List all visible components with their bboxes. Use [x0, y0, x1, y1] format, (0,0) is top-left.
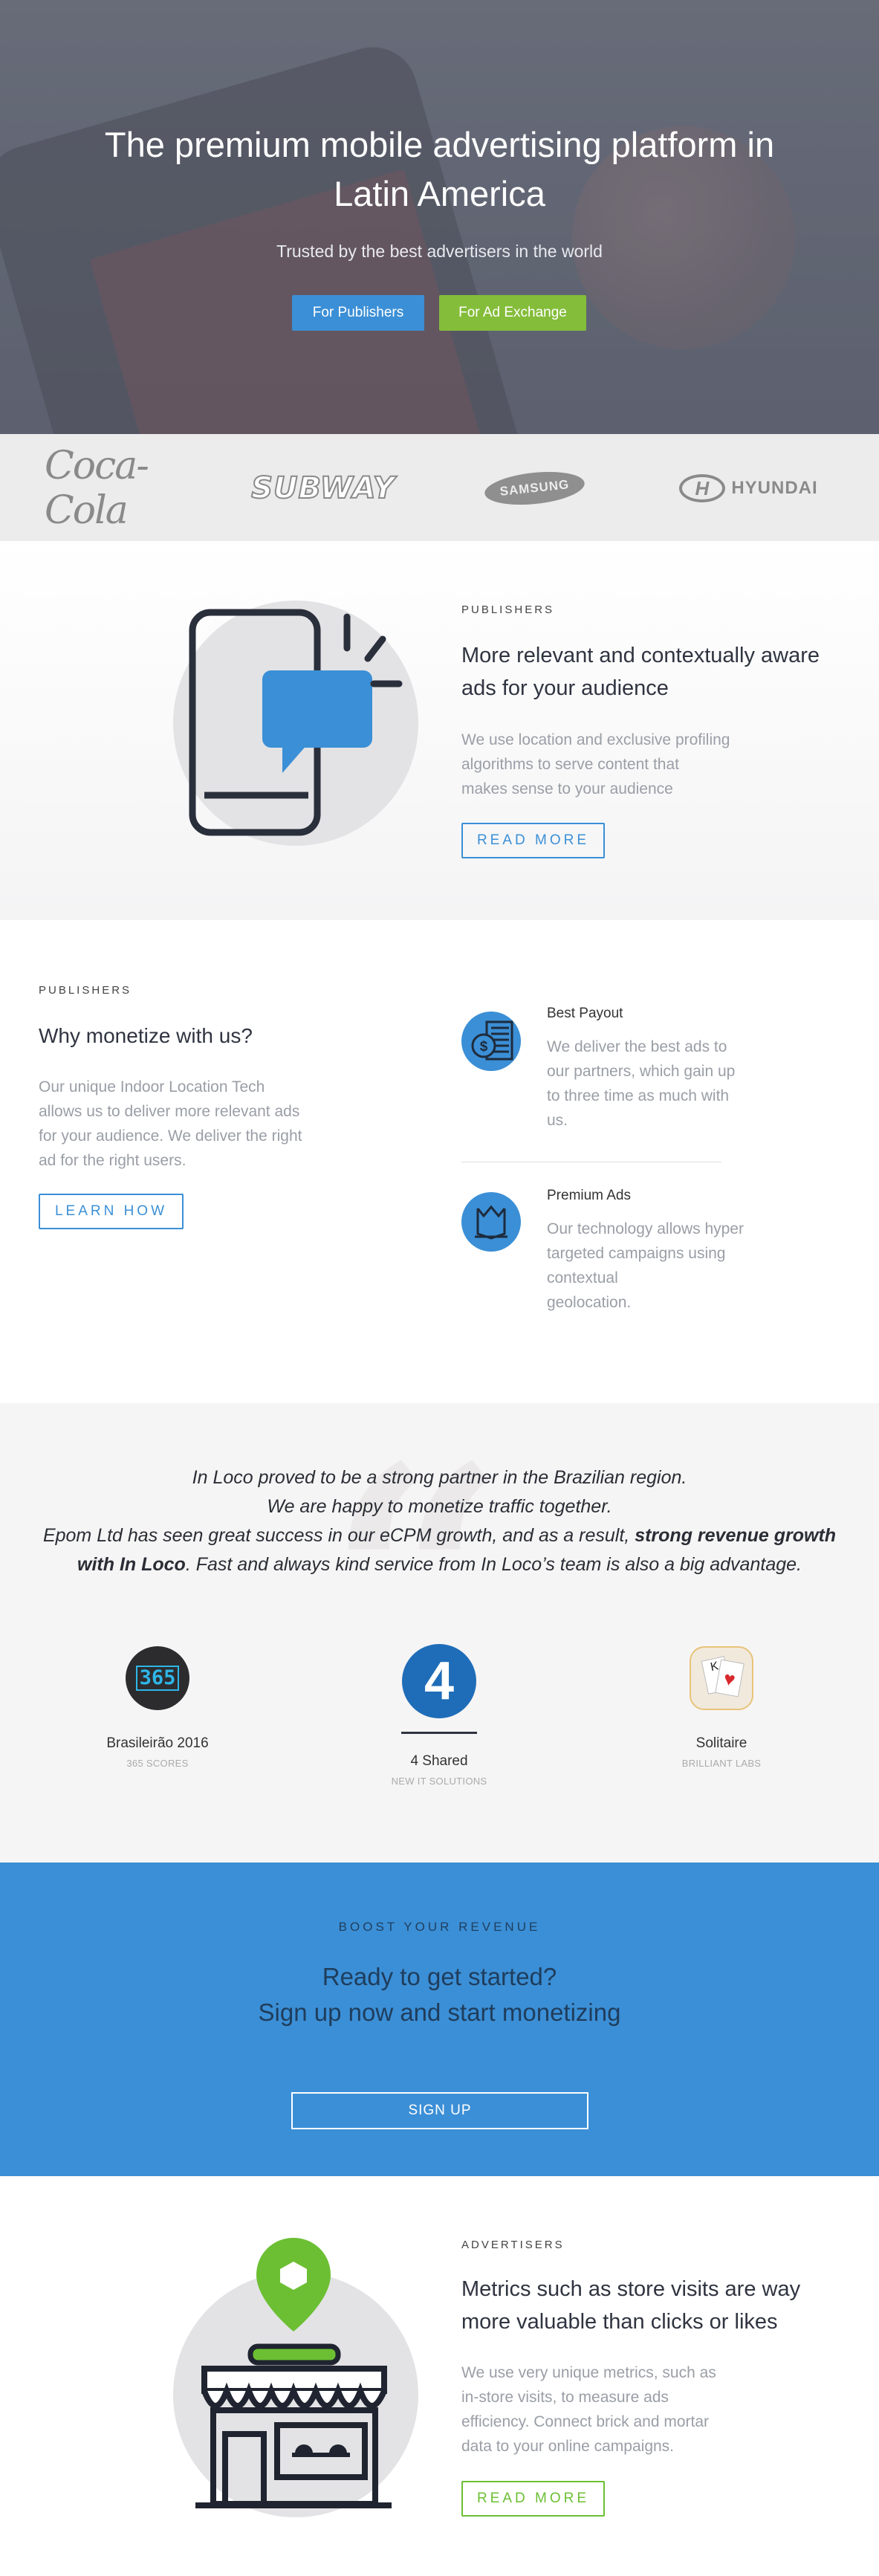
hyundai-logo: H HYUNDAI: [676, 462, 821, 514]
client-365scores: 365 Brasileirão 2016 365 SCORES: [76, 1646, 239, 1769]
money-stack-icon: $: [471, 1020, 513, 1061]
testimonial-line-1: In Loco proved to be a strong partner in…: [192, 1467, 687, 1488]
coca-cola-logo: Coca-Cola: [45, 444, 149, 533]
for-ad-exchange-button[interactable]: For Ad Exchange: [439, 295, 586, 331]
client-company: 365 SCORES: [126, 1758, 189, 1769]
phone-chat-icon: [189, 609, 403, 836]
365-scores-logo: 365: [126, 1646, 189, 1710]
client-4shared: 4 4 Shared NEW IT SOLUTIONS: [357, 1644, 521, 1787]
premium-book-icon: [475, 1205, 507, 1240]
for-publishers-button[interactable]: For Publishers: [292, 295, 424, 331]
learn-how-button[interactable]: LEARN HOW: [39, 1194, 184, 1229]
client-name: Solitaire: [695, 1735, 747, 1751]
client-company: NEW IT SOLUTIONS: [391, 1776, 487, 1787]
best-payout-body: We deliver the best ads to our partners,…: [547, 1038, 736, 1129]
monetize-title: Why monetize with us?: [39, 1024, 253, 1047]
hyundai-mark-icon: H: [679, 474, 726, 502]
monetize-body: Our unique Indoor Location Tech allows u…: [39, 1078, 302, 1169]
premium-ads-body: Our technology allows hyper targeted cam…: [547, 1220, 744, 1311]
solitaire-app-icon: K ♥: [690, 1646, 753, 1710]
sign-up-button[interactable]: SIGN UP: [291, 2092, 588, 2129]
hero-section: The premium mobile advertising platform …: [0, 0, 879, 434]
publishers-title: More relevant and contextually aware ads…: [461, 644, 820, 700]
samsung-logo: SAMSUNG: [483, 462, 586, 514]
advertisers-eyebrow: ADVERTISERS: [461, 2239, 565, 2251]
cta-eyebrow: BOOST YOUR REVENUE: [338, 1920, 541, 1934]
testimonial-line-4: with In Loco. Fast and always kind servi…: [77, 1554, 802, 1575]
publishers-read-more-button[interactable]: READ MORE: [461, 823, 605, 858]
advertisers-body: We use very unique metrics, such as in-s…: [461, 2364, 716, 2455]
publishers-body: We use location and exclusive profiling …: [461, 731, 730, 797]
publishers-feature-section: [0, 541, 879, 920]
4-shared-logo: 4: [402, 1644, 476, 1718]
advertisers-read-more-button[interactable]: READ MORE: [461, 2481, 605, 2517]
svg-text:$: $: [480, 1039, 488, 1055]
best-payout-icon-circle: $: [461, 1012, 521, 1071]
client-company: BRILLIANT LABS: [681, 1758, 762, 1769]
client-logos-bar: Coca-Cola SUBWAY SAMSUNG H HYUNDAI: [0, 434, 879, 541]
client-solitaire: K ♥ Solitaire BRILLIANT LABS: [640, 1646, 803, 1769]
monetize-eyebrow: PUBLISHERS: [39, 984, 132, 997]
premium-ads-title: Premium Ads: [547, 1188, 631, 1203]
best-payout-title: Best Payout: [547, 1006, 623, 1021]
cta-title: Ready to get started? Sign up now and st…: [258, 1963, 621, 2026]
store-pin-icon: [195, 2238, 392, 2508]
client-name: Brasileirão 2016: [106, 1735, 209, 1751]
hero-title-line-1: The premium mobile advertising platform …: [104, 125, 775, 164]
advertisers-section: [0, 2176, 879, 2576]
hero-title-line-2: Latin America: [334, 174, 545, 213]
testimonial-line-2: We are happy to monetize traffic togethe…: [267, 1496, 612, 1517]
testimonial-line-3: Epom Ltd has seen great success in our e…: [42, 1525, 837, 1546]
active-client-underline: [401, 1732, 477, 1734]
client-name: 4 Shared: [410, 1753, 468, 1769]
premium-ads-icon-circle: [461, 1192, 521, 1252]
hero-title: The premium mobile advertising platform …: [0, 120, 879, 219]
advertisers-title: Metrics such as store visits are way mor…: [461, 2277, 801, 2334]
subway-logo: SUBWAY: [250, 470, 395, 506]
hero-subtitle: Trusted by the best advertisers in the w…: [276, 242, 603, 261]
publishers-eyebrow: PUBLISHERS: [461, 603, 555, 616]
